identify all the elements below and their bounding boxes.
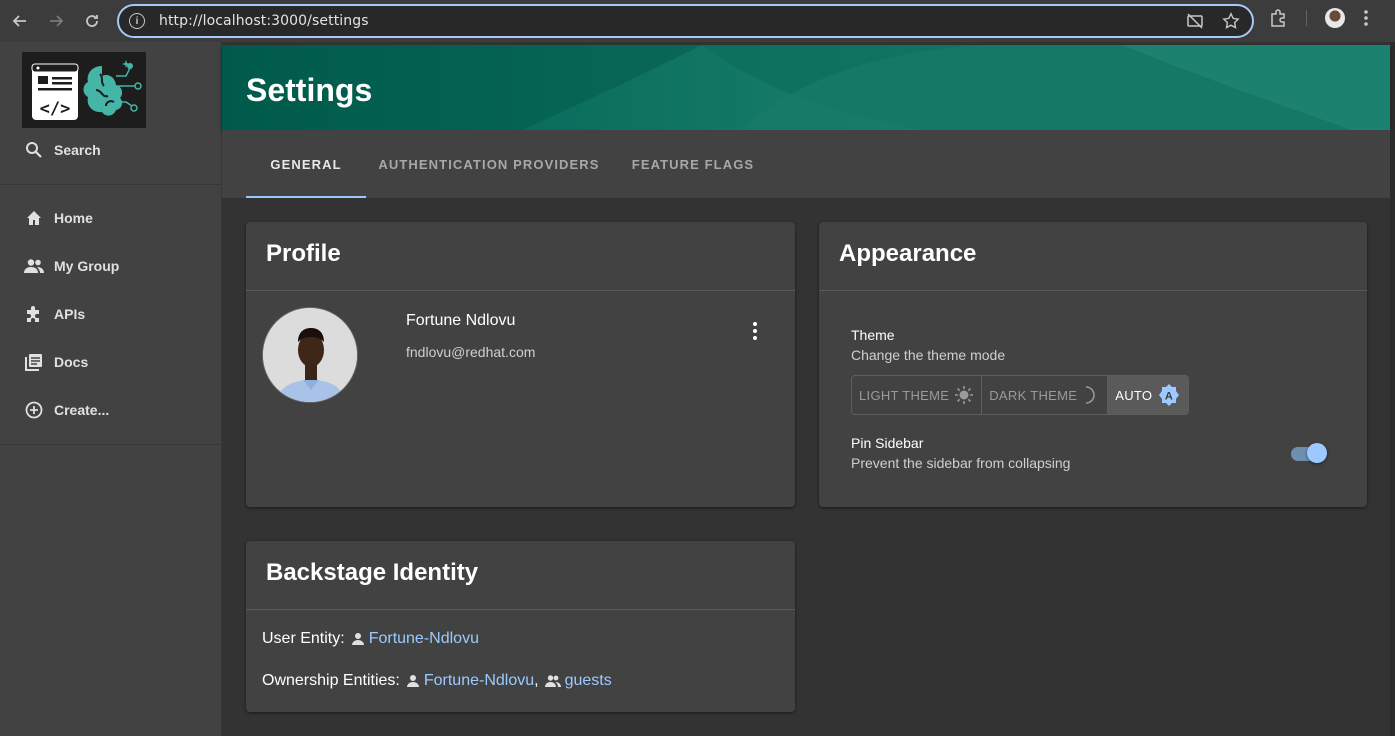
ownership-user-link[interactable]: Fortune-Ndlovu [424,672,534,690]
avatar [262,307,358,403]
profile-title: Profile [266,240,341,267]
dark-theme-label: DARK THEME [989,387,1078,403]
ownership-entities-row: Ownership Entities: Fortune-Ndlovu , gue… [262,672,612,690]
sidebar-item-my-group[interactable]: My Group [0,242,222,290]
more-vert-icon[interactable] [750,322,760,340]
search-icon [26,142,42,158]
sidebar-search-label: Search [54,142,101,158]
theme-label: Theme [851,327,895,343]
person-icon [406,675,419,687]
user-entity-row: User Entity: Fortune-Ndlovu [262,630,479,648]
moon-icon [1086,386,1095,404]
profile-email: fndlovu@redhat.com [406,344,536,360]
reload-button[interactable] [74,3,110,39]
add-circle-icon [25,401,43,419]
extensions-icon[interactable] [1268,8,1288,28]
page-header: Settings [222,45,1390,130]
group-icon [24,259,44,273]
tab-feature-flags[interactable]: FEATURE FLAGS [624,130,762,198]
svg-text:</>: </> [40,99,71,119]
url-text[interactable]: http://localhost:3000/settings [159,13,369,29]
profile-card: Profile Fortune Ndlovu fndlovu@redhat.co… [246,222,795,507]
card-divider [246,609,795,610]
sun-icon [955,386,974,404]
toolbar-separator [1306,10,1307,26]
theme-description: Change the theme mode [851,347,1006,363]
window-edge [1390,42,1395,736]
card-divider [819,290,1367,291]
tab-authentication-providers[interactable]: AUTHENTICATION PROVIDERS [378,130,600,198]
browser-toolbar: i http://localhost:3000/settings [0,0,1395,42]
site-info-icon[interactable]: i [129,13,145,29]
user-entity-link[interactable]: Fortune-Ndlovu [369,630,479,648]
appearance-card: Appearance Theme Change the theme mode L… [819,222,1367,507]
sidebar-search[interactable]: Search [0,126,222,174]
pin-sidebar-toggle[interactable] [1289,442,1327,464]
user-entity-label: User Entity: [262,630,345,647]
appearance-title: Appearance [839,240,977,267]
header-decoration [222,45,1390,130]
sidebar: </> Search Home My Group APIs Docs Creat… [0,42,222,736]
puzzle-icon [27,306,39,322]
theme-toggle-group: LIGHT THEME DARK THEME AUTO A [851,375,1190,415]
app-logo[interactable]: </> [22,52,146,128]
back-button[interactable] [2,3,38,39]
tab-general[interactable]: GENERAL [246,130,366,198]
arrow-right-icon [50,15,64,27]
sidebar-item-home[interactable]: Home [0,194,222,242]
card-divider [246,290,795,291]
light-theme-label: LIGHT THEME [859,387,950,403]
more-vert-icon[interactable] [1363,9,1369,27]
sidebar-item-create[interactable]: Create... [0,386,222,434]
profile-avatar[interactable] [1325,8,1345,28]
auto-theme-label: AUTO [1115,387,1153,403]
ownership-group-link[interactable]: guests [565,672,612,690]
sidebar-item-label: Docs [54,354,89,370]
person-icon [351,633,364,645]
profile-name: Fortune Ndlovu [406,312,516,329]
ownership-separator: , [534,672,539,689]
sidebar-divider [0,444,222,445]
page-title: Settings [246,72,373,108]
star-icon[interactable] [1222,12,1240,30]
sidebar-item-apis[interactable]: APIs [0,290,222,338]
toggle-thumb [1307,443,1327,463]
auto-theme-button[interactable]: AUTO A [1107,376,1189,414]
pin-sidebar-description: Prevent the sidebar from collapsing [851,455,1071,471]
ownership-label: Ownership Entities: [262,672,400,689]
address-bar[interactable]: i http://localhost:3000/settings [117,4,1254,38]
sidebar-item-label: Home [54,210,93,226]
settings-tabs: GENERAL AUTHENTICATION PROVIDERS FEATURE… [222,130,1390,198]
reload-icon [86,15,98,27]
light-theme-button[interactable]: LIGHT THEME [852,376,981,414]
dark-theme-button[interactable]: DARK THEME [981,376,1107,414]
identity-title: Backstage Identity [266,559,479,586]
sidebar-item-docs[interactable]: Docs [0,338,222,386]
docs-icon [25,354,42,371]
svg-text:A: A [1165,391,1173,403]
pin-sidebar-label: Pin Sidebar [851,435,924,451]
home-icon [27,211,41,225]
sidebar-item-label: Create... [54,402,110,418]
tab-indicator [246,196,366,198]
group-icon [544,675,561,687]
sidebar-item-label: My Group [54,258,120,274]
sidebar-divider [0,184,222,185]
sidebar-item-label: APIs [54,306,86,322]
forward-button[interactable] [38,3,74,39]
auto-theme-icon: A [1159,384,1180,406]
camera-off-icon[interactable] [1186,12,1204,30]
arrow-left-icon [12,15,26,27]
identity-card: Backstage Identity User Entity: Fortune-… [246,541,795,712]
